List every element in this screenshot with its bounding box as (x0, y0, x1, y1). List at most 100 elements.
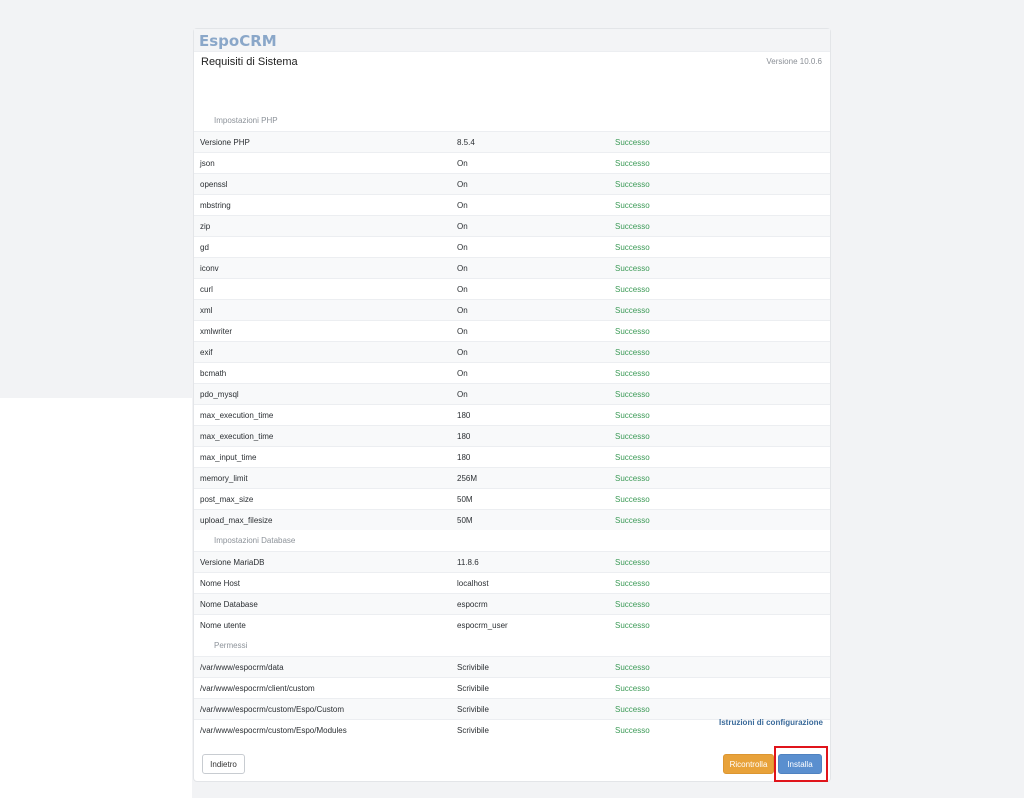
table-row: max_execution_time 180 Successo (194, 425, 830, 446)
requirement-name: Nome Host (200, 578, 241, 588)
table-row: openssl On Successo (194, 173, 830, 194)
section-header: Impostazioni Database (194, 530, 830, 551)
requirement-name: upload_max_filesize (200, 515, 273, 525)
requirement-value: 8.5.4 (457, 137, 475, 147)
requirement-status: Successo (615, 662, 650, 672)
requirement-name: max_execution_time (200, 410, 274, 420)
requirement-status: Successo (615, 305, 650, 315)
requirements-panel: EspoCRM Requisiti di Sistema Versione 10… (193, 28, 831, 782)
requirement-name: Versione PHP (200, 137, 250, 147)
requirement-value: espocrm (457, 599, 488, 609)
panel-header: EspoCRM (194, 29, 830, 52)
requirement-status: Successo (615, 431, 650, 441)
table-row: /var/www/espocrm/custom/Espo/Custom Scriv… (194, 698, 830, 719)
table-row: Versione MariaDB 11.8.6 Successo (194, 551, 830, 572)
requirement-name: /var/www/espocrm/custom/Espo/Modules (200, 725, 347, 735)
requirement-status: Successo (615, 200, 650, 210)
requirement-status: Successo (615, 683, 650, 693)
requirement-value: Scrivibile (457, 683, 490, 693)
requirement-value: 50M (457, 494, 473, 504)
requirement-value: On (457, 284, 468, 294)
requirement-status: Successo (615, 221, 650, 231)
requirement-status: Successo (615, 557, 650, 567)
requirement-value: 11.8.6 (457, 557, 479, 567)
requirement-value: On (457, 389, 468, 399)
requirement-status: Successo (615, 704, 650, 714)
requirement-name: max_execution_time (200, 431, 274, 441)
requirement-name: iconv (200, 263, 219, 273)
requirement-status: Successo (615, 284, 650, 294)
requirement-value: 180 (457, 431, 471, 441)
table-row: Nome utente espocrm_user Successo (194, 614, 830, 635)
requirement-status: Successo (615, 347, 650, 357)
requirement-status: Successo (615, 179, 650, 189)
table-row: Versione PHP 8.5.4 Successo (194, 131, 830, 152)
requirement-status: Successo (615, 494, 650, 504)
requirement-value: Scrivibile (457, 725, 490, 735)
table-row: gd On Successo (194, 236, 830, 257)
requirement-status: Successo (615, 578, 650, 588)
requirement-status: Successo (615, 137, 650, 147)
requirements-table: Impostazioni PHP Versione PHP 8.5.4 Success… (194, 110, 830, 740)
table-row: memory_limit 256M Successo (194, 467, 830, 488)
requirement-status: Successo (615, 452, 650, 462)
requirement-name: xmlwriter (200, 326, 232, 336)
back-button[interactable]: Indietro (202, 754, 245, 774)
requirement-value: On (457, 158, 468, 168)
requirement-status: Successo (615, 599, 650, 609)
version-label: Versione 10.0.6 (766, 57, 822, 66)
requirement-value: On (457, 200, 468, 210)
table-row: pdo_mysql On Successo (194, 383, 830, 404)
config-instructions-link[interactable]: Istruzioni di configurazione (719, 718, 823, 727)
table-row: bcmath On Successo (194, 362, 830, 383)
requirement-status: Successo (615, 263, 650, 273)
requirement-name: bcmath (200, 368, 227, 378)
requirement-name: json (200, 158, 215, 168)
requirement-name: max_input_time (200, 452, 257, 462)
requirement-name: memory_limit (200, 473, 248, 483)
logo-text: EspoCRM (199, 32, 277, 49)
requirement-name: /var/www/espocrm/data (200, 662, 284, 672)
section-title: Impostazioni Database (214, 536, 296, 545)
table-row: /var/www/espocrm/client/custom Scrivibile… (194, 677, 830, 698)
table-row: mbstring On Successo (194, 194, 830, 215)
espocrm-logo: EspoCRM (199, 32, 277, 49)
recheck-button[interactable]: Ricontrolla (723, 754, 774, 774)
section-header: Impostazioni PHP (194, 110, 830, 131)
requirement-name: gd (200, 242, 209, 252)
page-title: Requisiti di Sistema (201, 56, 298, 68)
requirement-value: On (457, 305, 468, 315)
section-header: Permessi (194, 635, 830, 656)
requirement-name: /var/www/espocrm/client/custom (200, 683, 315, 693)
requirement-status: Successo (615, 389, 650, 399)
table-row: /var/www/espocrm/data Scrivibile Successo (194, 656, 830, 677)
requirement-name: Nome Database (200, 599, 258, 609)
requirement-status: Successo (615, 368, 650, 378)
requirement-value: 180 (457, 410, 471, 420)
requirement-value: On (457, 263, 468, 273)
requirement-name: mbstring (200, 200, 231, 210)
requirement-status: Successo (615, 242, 650, 252)
requirement-name: xml (200, 305, 213, 315)
requirement-status: Successo (615, 410, 650, 420)
requirement-name: exif (200, 347, 213, 357)
table-row: exif On Successo (194, 341, 830, 362)
requirement-value: On (457, 347, 468, 357)
requirement-value: On (457, 326, 468, 336)
requirement-value: On (457, 221, 468, 231)
requirement-value: 256M (457, 473, 478, 483)
requirement-name: curl (200, 284, 213, 294)
table-row: curl On Successo (194, 278, 830, 299)
requirement-value: 50M (457, 515, 473, 525)
requirement-value: On (457, 368, 468, 378)
requirement-name: openssl (200, 179, 228, 189)
table-row: max_input_time 180 Successo (194, 446, 830, 467)
requirement-name: post_max_size (200, 494, 254, 504)
requirement-status: Successo (615, 158, 650, 168)
table-row: Nome Database espocrm Successo (194, 593, 830, 614)
requirement-value: Scrivibile (457, 662, 490, 672)
table-row: Nome Host localhost Successo (194, 572, 830, 593)
table-row: iconv On Successo (194, 257, 830, 278)
requirement-status: Successo (615, 515, 650, 525)
requirement-name: Versione MariaDB (200, 557, 265, 567)
